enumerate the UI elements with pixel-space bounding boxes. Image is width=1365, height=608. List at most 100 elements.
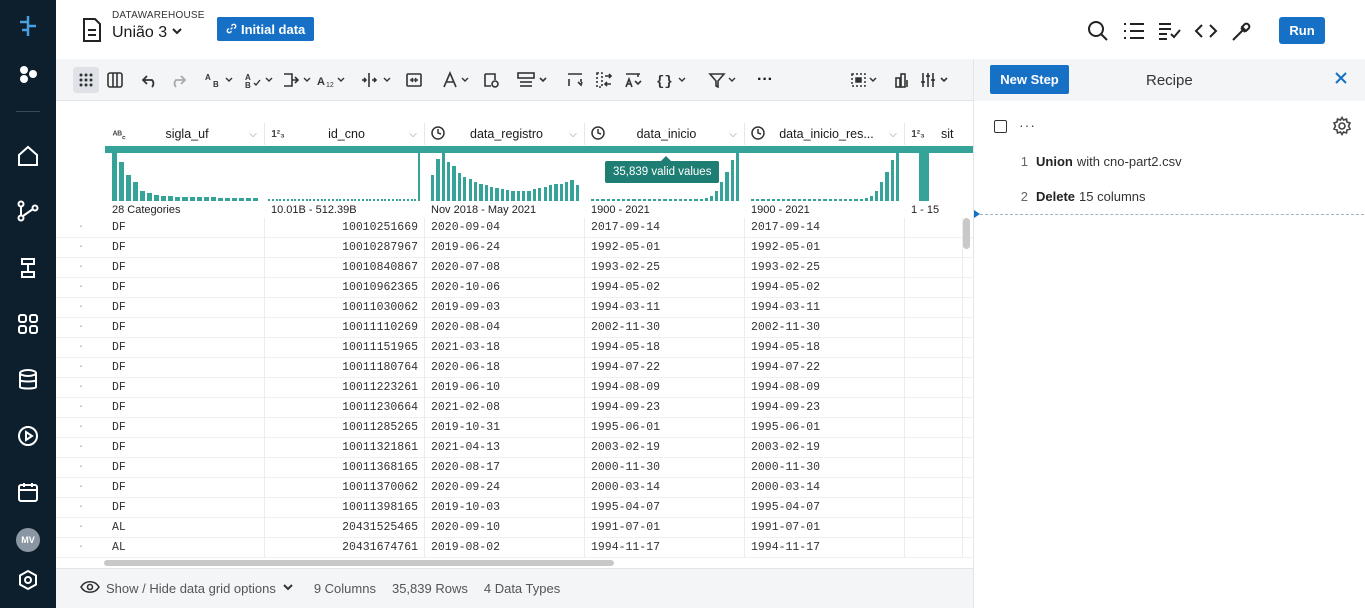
table-row[interactable]: · DF 10010287967 2019-06-24 1992-05-01 1992-0…	[56, 238, 973, 258]
table-cell[interactable]: 2021-03-18	[425, 338, 585, 358]
histogram-bar[interactable]	[859, 199, 863, 201]
recipe-step[interactable]: 2 Delete 15 columns	[974, 186, 1146, 206]
table-cell[interactable]: 1994-11-17	[745, 538, 905, 558]
table-cell[interactable]: 2003-02-19	[745, 438, 905, 458]
histogram-bar[interactable]	[406, 198, 409, 201]
histogram-bar[interactable]	[689, 199, 693, 201]
table-cell[interactable]: DF	[106, 218, 265, 238]
table-cell[interactable]: DF	[106, 498, 265, 518]
histogram-bar[interactable]	[606, 199, 610, 201]
select-icon[interactable]	[848, 67, 882, 93]
table-row[interactable]: · DF 10010962365 2020-10-06 1994-05-02 1994-0…	[56, 278, 973, 298]
column-header-sit[interactable]: 1²₃ sit	[905, 123, 973, 145]
table-cell[interactable]	[905, 518, 963, 538]
table-cell[interactable]: 1995-06-01	[585, 418, 745, 438]
histogram-bar[interactable]	[797, 199, 801, 201]
string-type-icon[interactable]: ᴬᴮ꜀	[106, 127, 132, 141]
recipe-step[interactable]: 1 Union with cno-part2.csv	[974, 151, 1182, 171]
histogram-bar[interactable]	[361, 198, 364, 201]
swap-icon[interactable]	[591, 67, 617, 93]
table-cell[interactable]	[905, 278, 963, 298]
histogram-bar[interactable]	[305, 198, 308, 201]
table-cell[interactable]: 2019-08-02	[425, 538, 585, 558]
dataset-selector[interactable]: União 3	[112, 24, 183, 42]
histogram-bar[interactable]	[532, 188, 537, 201]
histogram-bar[interactable]	[511, 190, 515, 201]
horizontal-scrollbar[interactable]	[104, 560, 614, 566]
column-header-sigla_uf[interactable]: ᴬᴮ꜀ sigla_uf ⌵	[106, 123, 265, 145]
histogram-bar[interactable]	[694, 199, 698, 201]
row-handle[interactable]: ·	[78, 418, 84, 438]
gear-icon[interactable]	[1332, 115, 1352, 141]
table-cell[interactable]: 10010287967	[265, 238, 425, 258]
table-cell[interactable]: 1994-09-23	[745, 398, 905, 418]
histogram-bar[interactable]	[864, 198, 868, 201]
table-row[interactable]: · DF 10011223261 2019-06-10 1994-08-09 1994-0…	[56, 378, 973, 398]
column-header-id_cno[interactable]: 1²₃ id_cno ⌵	[265, 123, 425, 145]
user-avatar[interactable]: MV	[0, 520, 56, 560]
split-column-icon[interactable]	[358, 67, 394, 93]
help-icon[interactable]	[0, 560, 56, 600]
table-cell[interactable]: DF	[106, 318, 265, 338]
table-cell[interactable]: AL	[106, 518, 265, 538]
more-tools-icon[interactable]: ···	[754, 67, 776, 93]
histogram-data_registro[interactable]	[431, 153, 581, 201]
row-handle[interactable]: ·	[78, 498, 84, 518]
histogram-bar[interactable]	[463, 176, 467, 201]
table-cell[interactable]: 1992-05-01	[745, 238, 905, 258]
row-handle[interactable]: ·	[78, 438, 84, 458]
table-cell[interactable]: 2019-10-03	[425, 498, 585, 518]
database-icon[interactable]	[0, 360, 56, 400]
table-cell[interactable]: DF	[106, 298, 265, 318]
histogram-bar[interactable]	[720, 181, 724, 201]
histogram-bar[interactable]	[813, 199, 817, 201]
table-cell[interactable]	[905, 218, 963, 238]
table-row[interactable]: · DF 10011230664 2021-02-08 1994-09-23 1994-0…	[56, 398, 973, 418]
table-row[interactable]: · AL 20431525465 2020-09-10 1991-07-01 1991-0…	[56, 518, 973, 538]
histogram-bar[interactable]	[766, 199, 770, 201]
histogram-bar[interactable]	[358, 198, 361, 201]
table-cell[interactable]: 10011368165	[265, 458, 425, 478]
histogram-bar[interactable]	[627, 199, 631, 201]
histogram-bar[interactable]	[384, 198, 387, 201]
row-handle[interactable]: ·	[78, 478, 84, 498]
row-handle[interactable]: ·	[78, 358, 84, 378]
table-row[interactable]: · DF 10010840867 2020-07-08 1993-02-25 1993-0…	[56, 258, 973, 278]
table-cell[interactable]	[905, 258, 963, 278]
table-cell[interactable]: 10010962365	[265, 278, 425, 298]
histogram-bar[interactable]	[294, 198, 297, 201]
chevron-down-icon[interactable]: ⌵	[242, 129, 264, 140]
histogram-bar[interactable]	[231, 197, 237, 201]
table-cell[interactable]: 2020-08-17	[425, 458, 585, 478]
histogram-bar[interactable]	[875, 191, 879, 201]
logo-icon[interactable]	[0, 6, 56, 46]
table-cell[interactable]	[905, 358, 963, 378]
histogram-bar[interactable]	[849, 199, 853, 201]
histogram-bar[interactable]	[653, 199, 657, 201]
histogram-bar[interactable]	[632, 199, 636, 201]
clock-icon[interactable]	[745, 125, 771, 143]
histogram-bar[interactable]	[543, 187, 547, 201]
histogram-bar[interactable]	[369, 198, 372, 201]
histogram-bar[interactable]	[140, 190, 146, 201]
histogram-bar[interactable]	[339, 198, 342, 201]
table-cell[interactable]: 1994-07-22	[585, 358, 745, 378]
histogram-bar[interactable]	[380, 198, 383, 201]
histogram-bar[interactable]	[161, 195, 167, 201]
table-cell[interactable]: DF	[106, 258, 265, 278]
histogram-bar[interactable]	[880, 181, 884, 201]
table-cell[interactable]	[905, 378, 963, 398]
histogram-bar[interactable]	[895, 153, 899, 201]
table-cell[interactable]: 2019-09-03	[425, 298, 585, 318]
histogram-bar[interactable]	[663, 199, 667, 201]
table-cell[interactable]: 10010251669	[265, 218, 425, 238]
histogram-bar[interactable]	[290, 198, 293, 201]
table-cell[interactable]	[905, 538, 963, 558]
integer-type-icon[interactable]: 1²₃	[265, 129, 291, 140]
table-cell[interactable]: 20431674761	[265, 538, 425, 558]
table-cell[interactable]: DF	[106, 418, 265, 438]
histogram-bar[interactable]	[704, 198, 708, 201]
column-ops-icon[interactable]	[514, 67, 550, 93]
histogram-bar[interactable]	[196, 196, 202, 201]
histogram-bar[interactable]	[376, 198, 379, 201]
